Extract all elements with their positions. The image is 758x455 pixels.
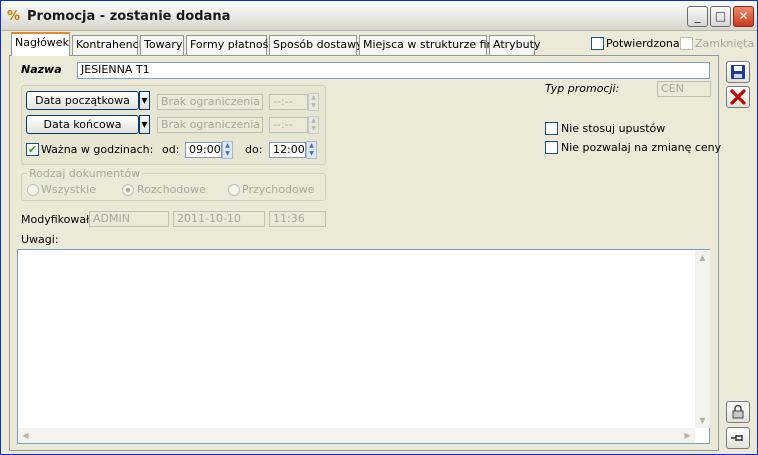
no-discounts-label: Nie stosuj upustów (561, 122, 666, 135)
valid-hours-label: Ważna w godzinach: (41, 143, 154, 156)
name-input[interactable]: JESIENNA T1 (77, 62, 710, 79)
modified-date-input: 2011-10-10 (173, 211, 265, 227)
pin-icon (731, 435, 743, 441)
save-button[interactable] (726, 61, 750, 83)
promo-type-label: Typ promocji: (545, 82, 620, 95)
promo-type-input: CEN (657, 81, 711, 97)
tab-sposob-dostawy[interactable]: Sposób dostawy (269, 35, 363, 55)
pin-button[interactable] (726, 427, 750, 449)
modified-user-input: ADMIN (89, 211, 169, 227)
from-time-spinner[interactable]: ▲ ▼ (222, 141, 233, 159)
cancel-icon (730, 89, 746, 105)
scroll-up-icon[interactable]: ▲ (695, 250, 710, 265)
to-time-spinner[interactable]: ▲ ▼ (306, 141, 317, 159)
modified-time-input: 11:36 (269, 211, 326, 227)
end-time-spinner: ▲ ▼ (308, 116, 319, 134)
start-date-button[interactable]: Data początkowa (26, 91, 139, 110)
tab-formy-platnosci[interactable]: Formy płatności (186, 35, 277, 55)
tab-kontrahenci[interactable]: Kontrahenci (72, 35, 142, 55)
closed-label: Zamknięta (695, 37, 755, 50)
remarks-textarea[interactable]: ▲ ▼ ◀ ▶ (17, 249, 710, 444)
save-icon (731, 65, 745, 79)
radio-outgoing (122, 184, 134, 196)
closed-checkbox (680, 37, 693, 50)
end-time-input: --:-- (269, 117, 308, 133)
end-date-input: Brak ograniczenia (157, 117, 263, 133)
radio-incoming (228, 184, 240, 196)
no-price-change-label: Nie pozwalaj na zmianę ceny (561, 141, 722, 154)
from-label: od: (162, 143, 180, 156)
valid-hours-checkbox[interactable]: ✔ (26, 143, 39, 156)
start-time-spinner: ▲ ▼ (308, 93, 319, 111)
app-icon: % (7, 9, 21, 24)
radio-outgoing-label: Rozchodowe (137, 183, 206, 196)
scroll-right-icon[interactable]: ▶ (680, 428, 695, 443)
radio-all-label: Wszystkie (41, 183, 97, 196)
to-label: do: (245, 143, 263, 156)
cancel-button[interactable] (726, 86, 750, 108)
radio-all (27, 184, 39, 196)
lock-icon (732, 404, 744, 419)
tab-naglowek[interactable]: Nagłówek (11, 32, 70, 56)
tab-miejsca-w-strukturze[interactable]: Miejsca w strukturze firmy (359, 35, 508, 55)
tab-atrybuty[interactable]: Atrybuty (489, 35, 540, 55)
title-bar[interactable]: % Promocja - zostanie dodana _ □ ✕ (1, 1, 757, 31)
from-time-input[interactable]: 09:00 (185, 142, 222, 158)
radio-incoming-label: Przychodowe (242, 183, 315, 196)
modified-label: Modyfikował: (21, 213, 93, 226)
confirmed-label: Potwierdzona (606, 37, 680, 50)
remarks-label: Uwagi: (21, 233, 59, 246)
end-date-dropdown[interactable]: ▼ (139, 115, 150, 134)
lock-button[interactable] (726, 401, 750, 423)
close-button[interactable]: ✕ (733, 6, 754, 27)
start-date-input: Brak ograniczenia (157, 94, 263, 110)
end-date-button[interactable]: Data końcowa (26, 115, 139, 134)
remarks-horizontal-scrollbar[interactable]: ◀ ▶ (18, 428, 695, 443)
tab-towary[interactable]: Towary (140, 35, 184, 55)
minimize-button[interactable]: _ (687, 6, 708, 27)
window-title: Promocja - zostanie dodana (27, 9, 231, 24)
no-discounts-checkbox[interactable] (545, 122, 558, 135)
remarks-vertical-scrollbar[interactable]: ▲ ▼ (695, 250, 710, 428)
scroll-down-icon[interactable]: ▼ (695, 413, 710, 428)
start-date-dropdown[interactable]: ▼ (139, 91, 150, 110)
confirmed-checkbox[interactable] (591, 37, 604, 50)
start-time-input: --:-- (269, 94, 308, 110)
promotion-window: % Promocja - zostanie dodana _ □ ✕ Nagłó… (0, 0, 758, 455)
maximize-button[interactable]: □ (710, 6, 731, 27)
doc-kind-legend: Rodzaj dokumentów (27, 167, 143, 180)
name-label: Nazwa (21, 63, 62, 76)
no-price-change-checkbox[interactable] (545, 141, 558, 154)
scroll-left-icon[interactable]: ◀ (18, 428, 33, 443)
to-time-input[interactable]: 12:00 (269, 142, 306, 158)
